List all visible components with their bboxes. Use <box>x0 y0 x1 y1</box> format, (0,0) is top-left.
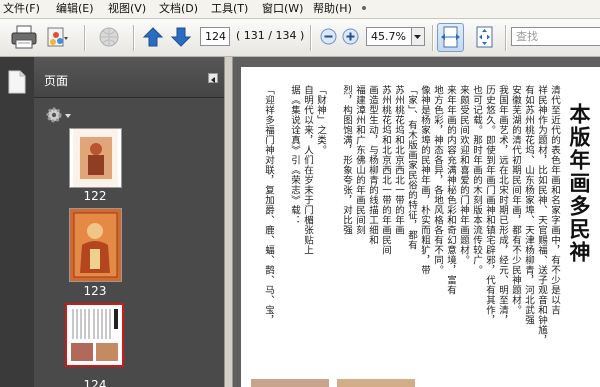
panel-header: 页面 <box>34 57 224 98</box>
menu-file[interactable]: 文件(F) <box>3 2 40 16</box>
illustration-image <box>251 379 329 387</box>
text-column: 地方色彩，神态各异，各地风格各有不同。 <box>432 85 443 275</box>
chevron-left-icon <box>211 77 215 83</box>
text-column: 福建漳州和广东佛山的年画民间刻 <box>354 85 365 235</box>
arrow-up-icon <box>142 27 164 47</box>
text-column: 清代至近代的表色年画和名家字画中，有不少是以吉 <box>549 85 560 315</box>
menu-document[interactable]: 文档(D) <box>159 2 198 16</box>
zoom-dropdown-button[interactable] <box>412 27 425 46</box>
toolbar-separator <box>133 25 135 51</box>
text-column: 有如苏州桃花坞、山东杨家埠、天津杨柳青，河北武强 <box>523 85 534 325</box>
toolbar-separator <box>310 25 312 51</box>
menu-help[interactable]: 帮助(H) <box>313 2 352 16</box>
collaborate-button[interactable] <box>44 23 72 51</box>
toolbar-separator <box>505 25 507 51</box>
pages-panel: 页面 122 123 124 <box>34 57 224 387</box>
online-service-button[interactable] <box>96 24 124 50</box>
panel-title: 页面 <box>44 74 69 88</box>
globe-icon <box>99 27 119 47</box>
zoom-out-button[interactable] <box>320 28 337 45</box>
previous-page-button[interactable] <box>142 25 164 49</box>
zoom-level-select[interactable]: 45.7% <box>366 27 412 46</box>
menu-edit[interactable]: 编辑(E) <box>56 2 94 16</box>
text-column: 祥民神作为题材，比如民神、天官赐福、送子观音和钟馗， <box>536 85 547 345</box>
text-column: 来颇受民间欢迎和喜爱的门神年画题材。 <box>458 85 469 265</box>
page-icon <box>8 70 26 94</box>
text-column: 「迎祥多福门神对联，复加爵、鹿、蝠、鹊、马、宝， <box>263 85 274 325</box>
fit-width-icon <box>441 26 460 48</box>
text-column: 也可记载。那时年画的木刻版本流传较广。 <box>471 85 482 275</box>
menu-view[interactable]: 视图(V) <box>108 2 146 16</box>
page-number-input[interactable]: 124 <box>200 27 230 46</box>
page-count-label: ( 131 / 134 ) <box>236 29 305 42</box>
thumbnail-list: 122 123 124 <box>34 98 224 387</box>
thumbnail-page-122[interactable] <box>69 128 122 188</box>
menu-window[interactable]: 窗口(W) <box>262 2 303 16</box>
text-column: 烈，构图饱满，形象夸张，对比强 <box>341 85 352 235</box>
fit-width-button[interactable] <box>437 23 464 52</box>
text-column: 画造型生动，与杨柳青的线描工细和 <box>367 85 378 245</box>
zoom-in-button[interactable] <box>342 28 359 45</box>
text-column: 据《集说诠真》引《荣志》载： <box>289 85 300 225</box>
document-page: 本版年画多民神 清代至近代的表色年画和名家字画中，有不少是以吉 祥民神作为题材，… <box>241 67 600 387</box>
article-title: 本版年画多民神 <box>567 103 592 264</box>
toolbar-separator <box>432 25 434 51</box>
document-view[interactable]: 本版年画多民神 清代至近代的表色年画和名家字画中，有不少是以吉 祥民神作为题材，… <box>233 57 600 387</box>
toolbar-separator <box>84 25 86 51</box>
page-thumbnail-image <box>67 305 122 365</box>
panel-splitter[interactable] <box>224 57 233 387</box>
text-column: 安徽芜湖的清代初期民间年画，都有不少民神题材。 <box>510 85 521 315</box>
menu-bar: 文件(F) 编辑(E) 视图(V) 文档(D) 工具(T) 窗口(W) 帮助(H… <box>0 0 600 19</box>
print-button[interactable] <box>8 23 40 51</box>
page-thumbnail-image <box>70 209 121 281</box>
thumbnail-label: 123 <box>83 284 107 298</box>
thumbnail-label: 122 <box>83 189 107 203</box>
fit-page-button[interactable] <box>471 23 498 52</box>
options-menu-button[interactable] <box>44 104 74 126</box>
arrow-down-icon <box>170 27 192 47</box>
thumbnail-page-123[interactable] <box>69 208 122 282</box>
menu-tools[interactable]: 工具(T) <box>211 2 248 16</box>
plus-circle-icon <box>342 28 359 45</box>
text-column: 苏州桃花坞和北京西北一带的年画民间 <box>380 85 391 255</box>
thumbnail-page-124-selected[interactable] <box>65 303 124 367</box>
illustration-image <box>337 379 415 387</box>
grip-dot-icon <box>362 6 366 10</box>
text-column: 「家」、有木版画家民俗的特征，都有 <box>406 85 417 251</box>
page-thumbnail-image <box>73 129 118 187</box>
pages-panel-button[interactable] <box>6 69 28 95</box>
text-column: 自明代以来，人们在岁末于门楣张贴上 <box>302 85 313 255</box>
chevron-down-icon <box>414 35 421 39</box>
text-column: 我国年画艺术，远在北宋时期已形成，经元、明至清， <box>497 85 508 325</box>
next-page-button[interactable] <box>170 25 192 49</box>
toolbar: 124 ( 131 / 134 ) 45.7% 查找 <box>0 19 600 57</box>
minus-circle-icon <box>320 28 337 45</box>
search-input[interactable]: 查找 <box>511 27 600 46</box>
text-column: 「财神」之类。 <box>315 85 326 155</box>
gear-icon <box>46 107 71 123</box>
text-column: 像神是杨家埠的民神年画，朴实而粗犷，带 <box>419 85 430 275</box>
fit-page-icon <box>476 26 493 48</box>
thumbnail-label: 124 <box>83 378 107 387</box>
collapse-panel-button[interactable] <box>208 73 218 83</box>
text-column: 苏州桃花坞和北京西北一带的年画 <box>393 85 404 235</box>
text-column: 来年年画的内容充满神秘色彩和奇幻意境，富有 <box>445 85 456 295</box>
navigation-rail <box>0 57 34 387</box>
collaborate-icon <box>47 27 68 47</box>
printer-icon <box>11 25 37 49</box>
text-column: 历史悠久。即使到年画门画神和镇宅辟邪，代有其作， <box>484 85 495 325</box>
